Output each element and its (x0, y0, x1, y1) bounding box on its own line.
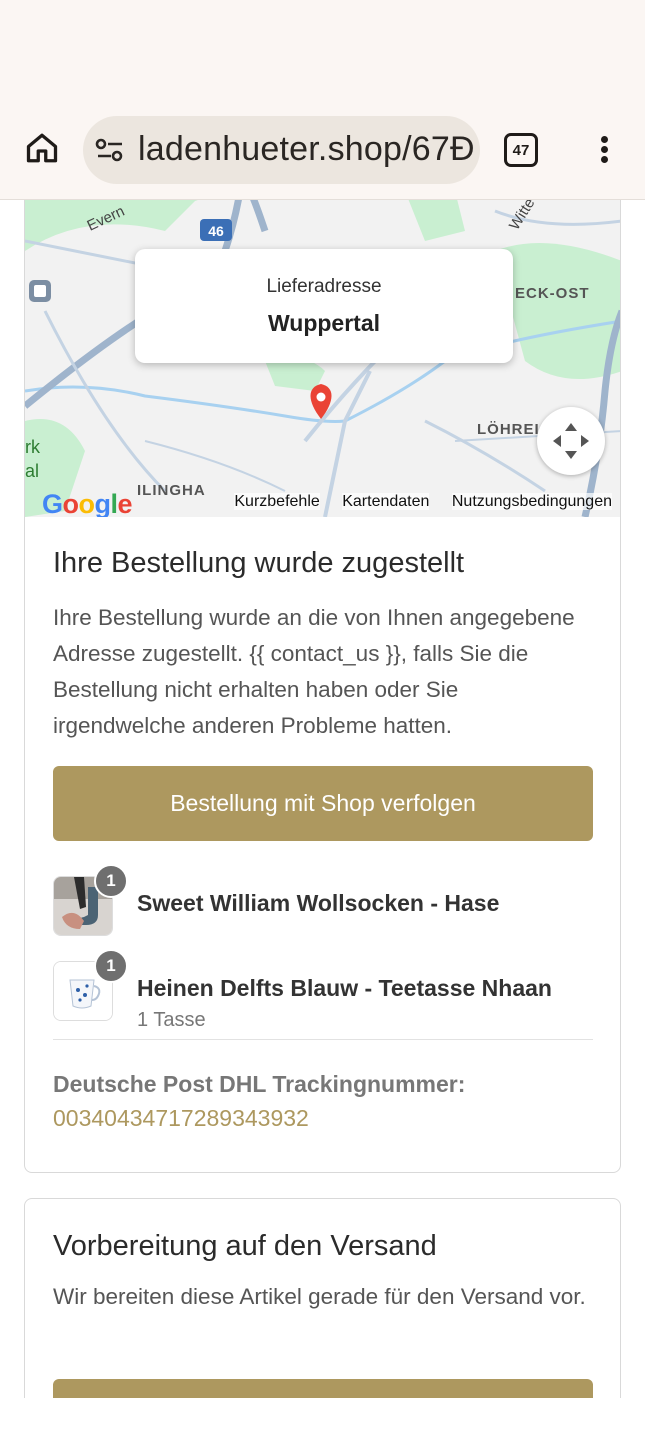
delivered-title: Ihre Bestellung wurde zugestellt (53, 547, 465, 579)
tracking-number-link[interactable]: 00340434717289343932 (53, 1105, 309, 1132)
svg-text:46: 46 (208, 223, 224, 239)
delivery-map[interactable]: 46 Evern Witte ECK-OST LÖHREI ILINGHA rk… (25, 200, 620, 517)
map-link-terms[interactable]: Nutzungsbedingungen (451, 493, 612, 510)
preparing-action-button[interactable] (53, 1379, 593, 1398)
delivered-section: Ihre Bestellung wurde zugestellt Ihre Be… (53, 547, 593, 744)
tracking-label: Deutsche Post DHL Trackingnummer: (53, 1071, 466, 1097)
map-popup: Lieferadresse Wuppertal (135, 249, 513, 363)
track-order-button[interactable]: Bestellung mit Shop verfolgen (53, 766, 593, 841)
item-name: Sweet William Wollsocken - Hase (137, 890, 500, 916)
svg-text:LÖHREI: LÖHREI (477, 421, 540, 438)
fullscreen-button[interactable] (537, 407, 605, 475)
map-link-shortcuts[interactable]: Kurzbefehle (234, 493, 320, 510)
popup-city: Wuppertal (267, 310, 381, 336)
order-item[interactable]: 1 Heinen Delfts Blauw - Teetasse Nhaan 1… (53, 949, 593, 1031)
more-options-icon[interactable] (594, 134, 614, 166)
site-settings-icon (95, 138, 123, 162)
svg-text:al: al (25, 461, 39, 481)
preparing-title: Vorbereitung auf den Versand (53, 1230, 437, 1262)
svg-text:ECK-OST: ECK-OST (515, 285, 590, 302)
divider (53, 1039, 593, 1040)
browser-toolbar: ladenhueter.shop/67Ɖ 47 (0, 98, 645, 200)
home-icon (26, 133, 58, 163)
map-links: Kurzbefehle Kartendaten Nutzungsbedingun… (216, 493, 612, 511)
expand-arrows-icon (553, 423, 589, 459)
tab-switcher-button[interactable]: 47 (504, 133, 538, 167)
order-item[interactable]: 1 Sweet William Wollsocken - Hase (53, 864, 593, 936)
google-logo: Google (42, 489, 133, 517)
quantity-badge: 1 (94, 864, 128, 898)
home-button[interactable] (22, 128, 62, 168)
delivered-description: Ihre Bestellung wurde an die von Ihnen a… (53, 605, 575, 738)
delivered-card: 46 Evern Witte ECK-OST LÖHREI ILINGHA rk… (24, 200, 621, 1173)
url-text: ladenhueter.shop/67Ɖ (138, 130, 475, 168)
map-link-data[interactable]: Kartendaten (342, 493, 430, 510)
preparing-card: Vorbereitung auf den Versand Wir bereite… (24, 1198, 621, 1398)
preparing-description: Wir bereiten diese Artikel gerade für de… (53, 1284, 586, 1309)
page-content: 46 Evern Witte ECK-OST LÖHREI ILINGHA rk… (0, 200, 645, 1398)
svg-text:rk: rk (25, 437, 41, 457)
quantity-badge: 1 (94, 949, 128, 983)
map-attribution: Google Kurzbefehle Kartendaten Nutzungsb… (25, 489, 620, 517)
item-name: Heinen Delfts Blauw - Teetasse Nhaan (137, 975, 552, 1001)
address-bar[interactable]: ladenhueter.shop/67Ɖ (83, 116, 480, 184)
bottom-area (0, 1398, 645, 1440)
status-bar-area (0, 0, 645, 98)
popup-label: Lieferadresse (266, 276, 382, 297)
item-variant: 1 Tasse (137, 1009, 206, 1031)
